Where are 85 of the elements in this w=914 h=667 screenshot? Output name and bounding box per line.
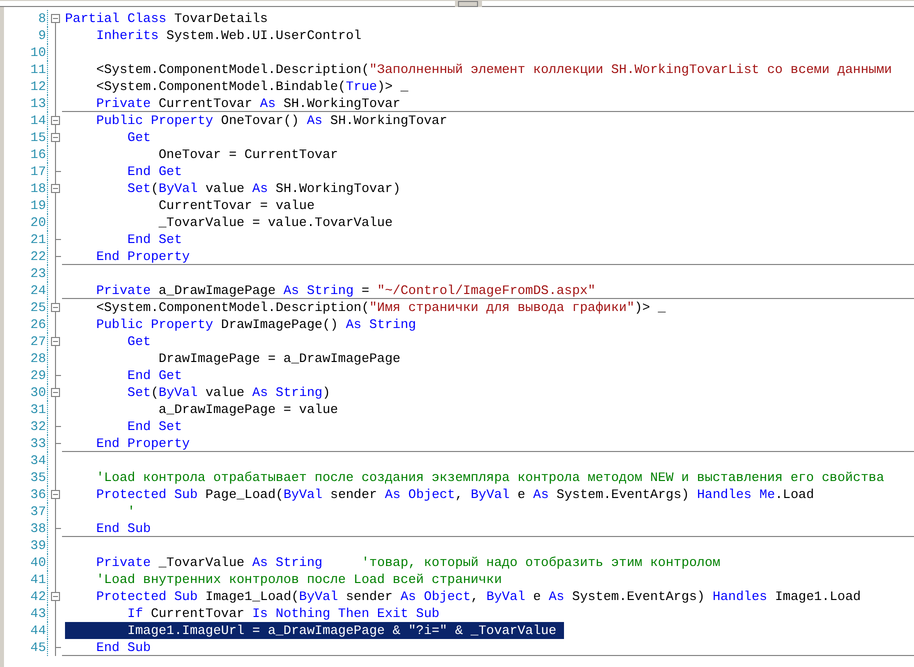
code-line: _TovarValue = value.TovarValue [158, 214, 394, 231]
code-line: 'Load внутренних контролов после Load всей странички [95, 571, 503, 588]
line-number: 14 [30, 113, 46, 128]
code-line: ' [126, 503, 136, 520]
line-number: 15 [30, 130, 46, 145]
code-line: End Sub [95, 639, 152, 656]
code-line: End Property [95, 248, 191, 265]
line-number: 24 [30, 283, 46, 298]
code-line: End Get [126, 163, 184, 180]
code-line: DrawImagePage = a_DrawImagePage [158, 350, 402, 367]
dropdown-field[interactable] [0, 1, 455, 7]
line-number: 29 [30, 368, 46, 383]
code-line: OneTovar = CurrentTovar [158, 146, 340, 163]
collapse-toggle-icon[interactable] [51, 303, 60, 312]
code-line: Private a_DrawImagePage As String = "~/Control/ImageFromDS.aspx" [95, 282, 597, 299]
code-line: End Property [95, 435, 191, 452]
line-number: 42 [30, 589, 46, 604]
code-line: Private _TovarValue As String 'товар, который надо отобразить этим контролом [95, 554, 722, 571]
code-line: Private CurrentTovar As SH.WorkingTovar [95, 95, 402, 112]
code-line: Get [126, 129, 152, 146]
collapse-toggle-icon[interactable] [51, 388, 60, 397]
line-number: 32 [30, 419, 46, 434]
line-number: 35 [30, 470, 46, 485]
line-number: 39 [30, 538, 46, 553]
line-number: 8 [38, 11, 46, 26]
code-line: <System.ComponentModel.Description("Имя странички для вывода графики")> _ [95, 299, 667, 316]
code-line: Protected Sub Image1_Load(ByVal sender As Object, ByVal e As System.EventArgs) Handles Image1.Load [95, 588, 862, 605]
code-line: If CurrentTovar Is Nothing Then Exit Sub [126, 605, 440, 622]
code-line: Public Property DrawImagePage() As String [95, 316, 418, 333]
line-number: 43 [30, 606, 46, 621]
line-number: 23 [30, 266, 46, 281]
line-number: 37 [30, 504, 46, 519]
code-line: <System.ComponentModel.Description("Заполненный элемент коллекции SH.WorkingTovarList со всеми данными [95, 61, 893, 78]
line-number: 13 [30, 96, 46, 111]
line-number: 33 [30, 436, 46, 451]
collapse-toggle-icon[interactable] [51, 490, 60, 499]
dropdown-button[interactable] [458, 1, 478, 7]
line-number: 18 [30, 181, 46, 196]
code-line: 'Load контрола отрабатывает после создания экземпляра контрола методом NEW и выставления его свойства [95, 469, 886, 486]
line-number: 28 [30, 351, 46, 366]
line-number: 31 [30, 402, 46, 417]
code-line: Public Property OneTovar() As SH.WorkingTovar [95, 112, 448, 129]
line-number: 41 [30, 572, 46, 587]
line-number: 12 [30, 79, 46, 94]
fold-guide-line [55, 180, 56, 184]
collapse-toggle-icon[interactable] [51, 14, 60, 23]
code-line: Protected Sub Page_Load(ByVal sender As Object, ByVal e As System.EventArgs) Handles Me.Load [95, 486, 816, 503]
line-number: 45 [30, 640, 46, 655]
line-number: 17 [30, 164, 46, 179]
collapse-toggle-icon[interactable] [51, 184, 60, 193]
collapse-toggle-icon[interactable] [51, 133, 60, 142]
code-line: Partial Class TovarDetails [65, 10, 269, 27]
line-number: 22 [30, 249, 46, 264]
line-number: 30 [30, 385, 46, 400]
line-number: 10 [30, 45, 46, 60]
code-line: End Sub [95, 520, 152, 537]
collapse-toggle-icon[interactable] [51, 337, 60, 346]
line-number: 20 [30, 215, 46, 230]
code-line: Set(ByVal value As String) [126, 384, 332, 401]
code-line: <System.ComponentModel.Bindable(True)> _ [95, 78, 410, 95]
code-line: Inherits System.Web.UI.UserControl [95, 27, 362, 44]
line-number: 36 [30, 487, 46, 502]
collapse-toggle-icon[interactable] [51, 592, 60, 601]
code-line: End Get [126, 367, 184, 384]
code-line: End Set [126, 418, 184, 435]
code-line: Get [126, 333, 152, 350]
line-number: 11 [30, 62, 46, 77]
line-number: 26 [30, 317, 46, 332]
line-number: 44 [30, 623, 46, 638]
line-number: 34 [30, 453, 46, 468]
line-number: 25 [30, 300, 46, 315]
line-number: 19 [30, 198, 46, 213]
code-line: CurrentTovar = value [158, 197, 316, 214]
code-line: End Set [126, 231, 184, 248]
line-number: 16 [30, 147, 46, 162]
line-number: 21 [30, 232, 46, 247]
dropdown-field[interactable] [482, 1, 914, 7]
line-number: 27 [30, 334, 46, 349]
code-line: Set(ByVal value As SH.WorkingTovar) [126, 180, 402, 197]
line-number: 40 [30, 555, 46, 570]
fold-guide-line [55, 384, 56, 388]
code-line: a_DrawImagePage = value [158, 401, 340, 418]
line-number: 38 [30, 521, 46, 536]
line-number: 9 [38, 28, 46, 43]
collapse-toggle-icon[interactable] [51, 116, 60, 125]
